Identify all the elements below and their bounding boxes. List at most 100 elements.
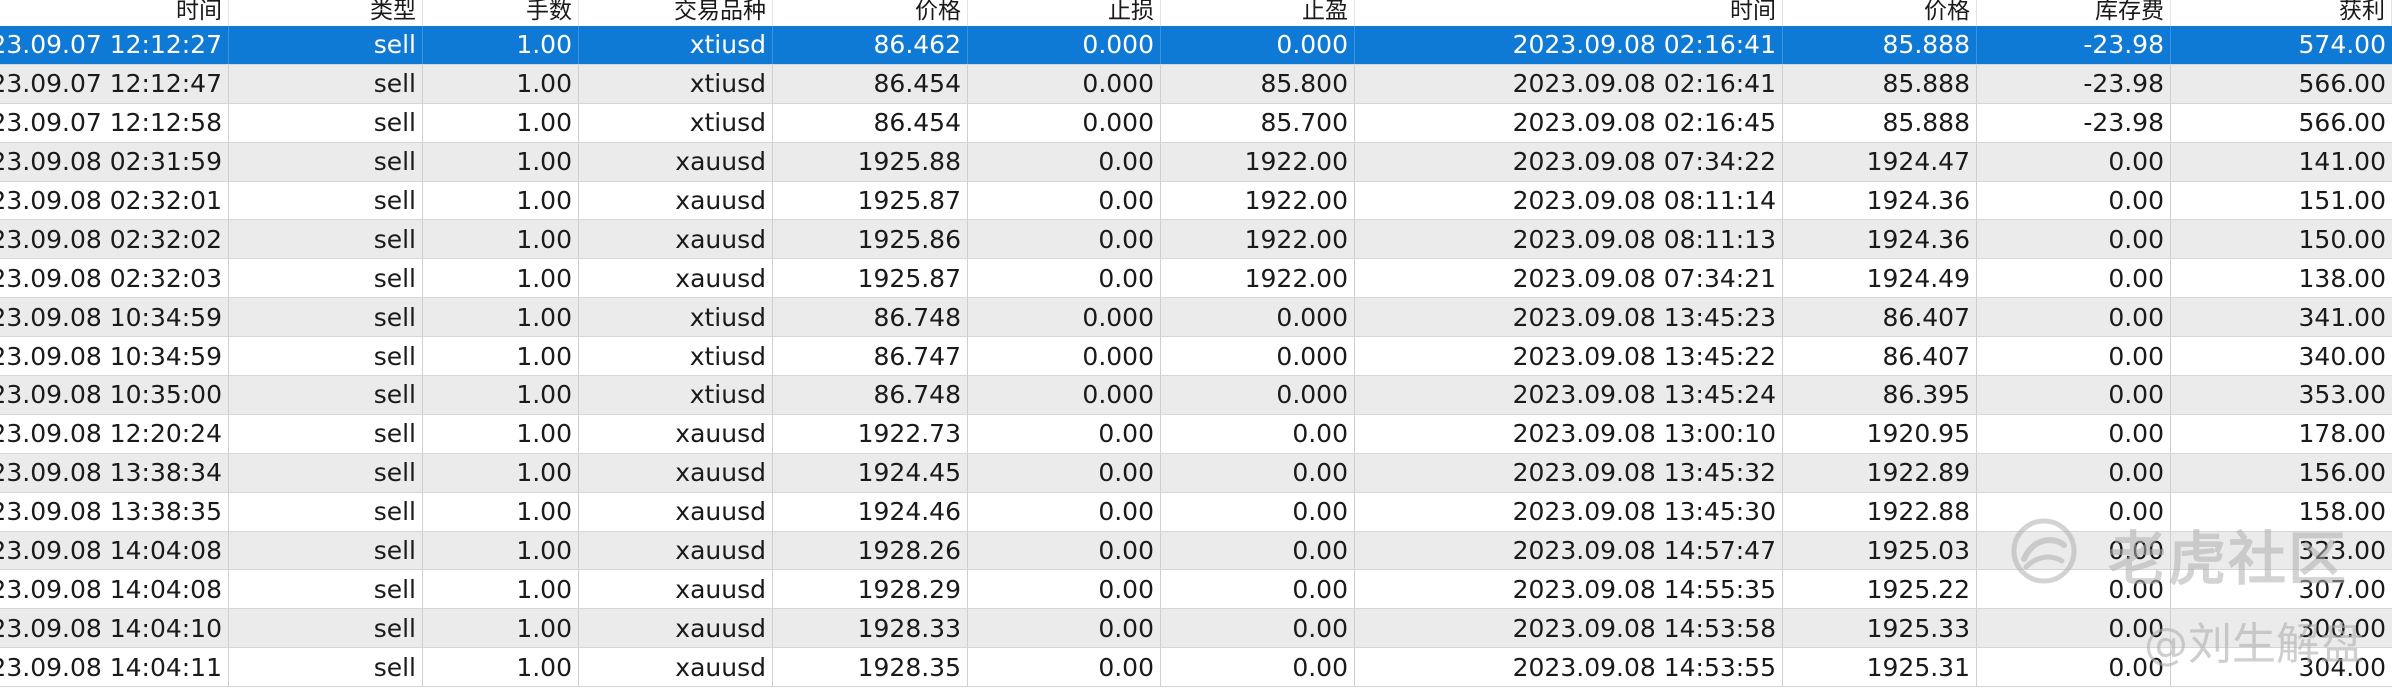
cell-swap: -23.98	[1977, 103, 2171, 142]
column-header-close-price[interactable]: 价格	[1783, 0, 1977, 26]
cell-take-profit: 0.00	[1161, 453, 1355, 492]
column-header-type[interactable]: 类型	[229, 0, 423, 26]
cell-close-time: 2023.09.08 14:55:35	[1355, 570, 1783, 609]
cell-open-time: 2023.09.07 12:12:47	[0, 64, 229, 103]
cell-lots: 1.00	[423, 26, 579, 64]
cell-close-price: 1924.49	[1783, 259, 1977, 298]
cell-profit: 141.00	[2298, 147, 2386, 177]
cell-profit: 574.00	[2298, 30, 2386, 60]
cell-open-price: 86.454	[773, 64, 968, 103]
cell-open-time: 2023.09.08 10:35:00	[0, 376, 229, 414]
table-row[interactable]: 2023.09.08 10:34:59sell1.00xtiusd86.7470…	[0, 337, 2392, 377]
table-row[interactable]: 2023.09.08 14:04:11sell1.00xauusd1928.35…	[0, 648, 2392, 688]
cell-symbol: xauusd	[579, 259, 773, 298]
cell-open-time: 2023.09.08 13:38:34	[0, 453, 229, 492]
cell-lots: 1.00	[423, 181, 579, 220]
cell-symbol: xtiusd	[579, 298, 773, 337]
cell-close-time: 2023.09.08 13:00:10	[1355, 414, 1783, 453]
cell-open-time: 2023.09.08 14:04:11	[0, 648, 229, 687]
cell-type: sell	[229, 570, 423, 609]
cell-swap: 0.00	[1977, 181, 2171, 220]
cell-stop-loss: 0.00	[968, 531, 1161, 570]
cell-profit: 156.00	[2298, 458, 2386, 488]
column-header-close-time[interactable]: 时间	[1355, 0, 1783, 26]
table-row[interactable]: 2023.09.08 13:38:35sell1.00xauusd1924.46…	[0, 492, 2392, 532]
cell-take-profit: 0.00	[1161, 531, 1355, 570]
cell-stop-loss: 0.000	[968, 376, 1161, 414]
cell-symbol: xtiusd	[579, 376, 773, 414]
trade-history-table: 时间类型手数交易品种价格止损止盈时间价格库存费获利 2023.09.07 12:…	[0, 0, 2392, 688]
column-header-lots[interactable]: 手数	[423, 0, 579, 26]
cell-take-profit: 0.000	[1161, 337, 1355, 376]
cell-symbol: xauusd	[579, 609, 773, 648]
cell-open-time: 2023.09.08 14:04:10	[0, 609, 229, 648]
cell-close-time: 2023.09.08 14:53:58	[1355, 609, 1783, 648]
cell-profit: 150.00	[2298, 224, 2386, 254]
cell-type: sell	[229, 609, 423, 648]
cell-profit: 158.00	[2298, 497, 2386, 527]
cell-close-time: 2023.09.08 07:34:22	[1355, 142, 1783, 181]
cell-close-time: 2023.09.08 02:16:41	[1355, 26, 1783, 64]
cell-open-time: 2023.09.08 14:04:08	[0, 570, 229, 609]
column-header-open-price[interactable]: 价格	[773, 0, 968, 26]
cell-open-time: 2023.09.08 13:38:35	[0, 492, 229, 531]
cell-close-time: 2023.09.08 13:45:30	[1355, 492, 1783, 531]
cell-profit: 151.00	[2298, 186, 2386, 215]
column-header-take-profit[interactable]: 止盈	[1161, 0, 1355, 26]
cell-take-profit: 0.000	[1161, 26, 1355, 64]
cell-symbol: xauusd	[579, 181, 773, 220]
cell-lots: 1.00	[423, 453, 579, 492]
table-row[interactable]: 2023.09.08 10:35:00sell1.00xtiusd86.7480…	[0, 376, 2392, 415]
cell-swap: 0.00	[1977, 609, 2171, 648]
cell-stop-loss: 0.000	[968, 337, 1161, 376]
cell-stop-loss: 0.00	[968, 259, 1161, 298]
table-row[interactable]: 2023.09.07 12:12:58sell1.00xtiusd86.4540…	[0, 103, 2392, 143]
cell-stop-loss: 0.000	[968, 103, 1161, 142]
cell-profit: 566.00	[2298, 69, 2386, 99]
cell-symbol: xauusd	[579, 648, 773, 687]
cell-lots: 1.00	[423, 337, 579, 376]
cell-open-price: 1925.87	[773, 181, 968, 220]
table-row[interactable]: 2023.09.08 14:04:10sell1.00xauusd1928.33…	[0, 609, 2392, 649]
table-row[interactable]: 2023.09.07 12:12:47sell1.00xtiusd86.4540…	[0, 64, 2392, 104]
table-row[interactable]: 2023.09.08 14:04:08sell1.00xauusd1928.26…	[0, 531, 2392, 571]
table-row[interactable]: 2023.09.08 02:32:01sell1.00xauusd1925.87…	[0, 181, 2392, 221]
cell-type: sell	[229, 26, 423, 64]
cell-swap: 0.00	[1977, 220, 2171, 259]
cell-take-profit: 0.000	[1161, 298, 1355, 337]
cell-swap: 0.00	[1977, 453, 2171, 492]
cell-take-profit: 0.00	[1161, 648, 1355, 687]
column-header-stop-loss[interactable]: 止损	[968, 0, 1161, 26]
cell-lots: 1.00	[423, 142, 579, 181]
cell-open-price: 1922.73	[773, 414, 968, 453]
cell-open-price: 1928.35	[773, 648, 968, 687]
cell-close-price: 1925.03	[1783, 531, 1977, 570]
cell-stop-loss: 0.00	[968, 609, 1161, 648]
table-row[interactable]: 2023.09.08 02:32:02sell1.00xauusd1925.86…	[0, 220, 2392, 260]
cell-stop-loss: 0.00	[968, 492, 1161, 531]
table-row[interactable]: 2023.09.08 10:34:59sell1.00xtiusd86.7480…	[0, 298, 2392, 338]
cell-type: sell	[229, 531, 423, 570]
table-row[interactable]: 2023.09.08 13:38:34sell1.00xauusd1924.45…	[0, 453, 2392, 493]
cell-close-time: 2023.09.08 02:16:45	[1355, 103, 1783, 142]
table-row-selected[interactable]: 2023.09.07 12:12:27sell1.00xtiusd86.4620…	[0, 26, 2392, 65]
cell-swap: 0.00	[1977, 570, 2171, 609]
column-header-symbol[interactable]: 交易品种	[579, 0, 773, 26]
cell-lots: 1.00	[423, 492, 579, 531]
table-row[interactable]: 2023.09.08 12:20:24sell1.00xauusd1922.73…	[0, 414, 2392, 454]
table-row[interactable]: 2023.09.08 02:31:59sell1.00xauusd1925.88…	[0, 142, 2392, 182]
cell-lots: 1.00	[423, 220, 579, 259]
cell-open-price: 1928.33	[773, 609, 968, 648]
column-header-open-time[interactable]: 时间	[0, 0, 229, 26]
cell-symbol: xauusd	[579, 220, 773, 259]
cell-close-price: 1925.22	[1783, 570, 1977, 609]
column-header-profit[interactable]: 获利	[2171, 0, 2392, 26]
cell-type: sell	[229, 298, 423, 337]
table-row[interactable]: 2023.09.08 02:32:03sell1.00xauusd1925.87…	[0, 259, 2392, 299]
cell-type: sell	[229, 648, 423, 687]
cell-close-time: 2023.09.08 08:11:13	[1355, 220, 1783, 259]
table-row[interactable]: 2023.09.08 14:04:08sell1.00xauusd1928.29…	[0, 570, 2392, 610]
cell-type: sell	[229, 376, 423, 414]
column-header-swap[interactable]: 库存费	[1977, 0, 2171, 26]
cell-close-price: 1924.36	[1783, 220, 1977, 259]
